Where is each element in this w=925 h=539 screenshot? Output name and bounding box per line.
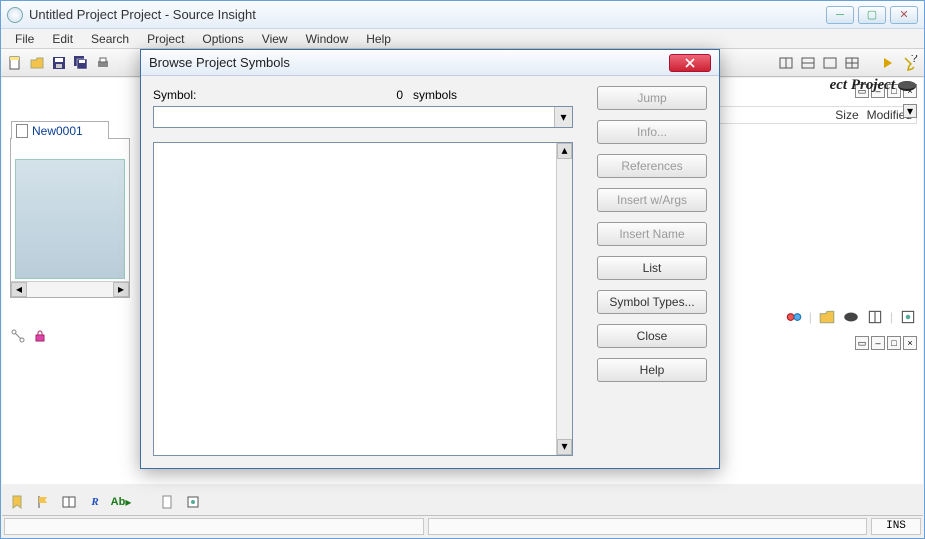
document-icon: [16, 124, 28, 138]
dialog-title: Browse Project Symbols: [149, 55, 669, 70]
layout2-icon[interactable]: [798, 53, 818, 73]
book-icon[interactable]: [866, 308, 884, 326]
dialog-titlebar[interactable]: Browse Project Symbols: [141, 50, 719, 76]
jump-button[interactable]: Jump: [597, 86, 707, 110]
ab-icon[interactable]: Ab▸: [111, 492, 131, 512]
statusbar: INS: [2, 515, 923, 537]
relation-toolbar: [8, 326, 50, 346]
document-body[interactable]: [15, 159, 125, 279]
save-all-icon[interactable]: [71, 53, 91, 73]
project-title: ect Project: [830, 77, 895, 94]
minimize-button[interactable]: ─: [826, 6, 854, 24]
menu-help[interactable]: Help: [358, 31, 399, 47]
status-seg1: [4, 518, 424, 535]
layout1-icon[interactable]: [776, 53, 796, 73]
menu-options[interactable]: Options: [194, 31, 251, 47]
window-title: Untitled Project Project - Source Insigh…: [29, 7, 826, 22]
layout3-icon[interactable]: [820, 53, 840, 73]
symbol-combo: ▾: [153, 106, 573, 128]
relation-icon[interactable]: [8, 326, 28, 346]
properties-icon[interactable]: [899, 308, 917, 326]
open-folder-icon[interactable]: [818, 308, 836, 326]
symbol-types-button[interactable]: Symbol Types...: [597, 290, 707, 314]
svg-text:?: ?: [911, 55, 918, 65]
layout4-icon[interactable]: [842, 53, 862, 73]
menu-project[interactable]: Project: [139, 31, 192, 47]
bookmark-icon[interactable]: [7, 492, 27, 512]
dropdown-icon[interactable]: ▾: [903, 104, 917, 118]
print-icon[interactable]: [93, 53, 113, 73]
pane2-min-icon[interactable]: –: [871, 336, 885, 350]
symbol-list[interactable]: ▴ ▾: [153, 142, 573, 456]
maximize-button[interactable]: ▢: [858, 6, 886, 24]
disc-icon: [897, 80, 917, 92]
pane2-close-icon[interactable]: ×: [903, 336, 917, 350]
list-vscroll[interactable]: ▴ ▾: [556, 143, 572, 455]
info-button[interactable]: Info...: [597, 120, 707, 144]
pane2-dock-icon[interactable]: ▭: [855, 336, 869, 350]
menu-window[interactable]: Window: [298, 31, 357, 47]
combo-dropdown-icon[interactable]: ▾: [554, 107, 572, 127]
list-button[interactable]: List: [597, 256, 707, 280]
menu-file[interactable]: File: [7, 31, 42, 47]
help-arrow-icon[interactable]: ?: [900, 53, 920, 73]
menubar: File Edit Search Project Options View Wi…: [1, 29, 924, 49]
insert-args-button[interactable]: Insert w/Args: [597, 188, 707, 212]
open-file-icon[interactable]: [27, 53, 47, 73]
document-tab[interactable]: New0001: [11, 121, 109, 139]
bottom-toolbar: R Ab▸: [7, 492, 203, 512]
close-button[interactable]: Close: [597, 324, 707, 348]
document-tab-label: New0001: [32, 124, 83, 138]
insert-name-button[interactable]: Insert Name: [597, 222, 707, 246]
lock-icon[interactable]: [30, 326, 50, 346]
symbol-label: Symbol:: [153, 88, 373, 102]
app-window: Untitled Project Project - Source Insigh…: [0, 0, 925, 539]
symbol-count-label: symbols: [413, 88, 457, 102]
column-headers: Size Modified: [717, 106, 917, 124]
r-icon[interactable]: R: [85, 492, 105, 512]
pane2-max-icon[interactable]: □: [887, 336, 901, 350]
sync-icon[interactable]: [785, 308, 803, 326]
save-icon[interactable]: [49, 53, 69, 73]
scroll-track[interactable]: [27, 282, 113, 297]
status-seg2: [428, 518, 867, 535]
status-ins: INS: [871, 518, 921, 535]
help-button[interactable]: Help: [597, 358, 707, 382]
lower-pane-controls: ▭ – □ ×: [855, 336, 917, 350]
col-size[interactable]: Size: [831, 107, 862, 123]
menu-edit[interactable]: Edit: [44, 31, 81, 47]
symbol-input[interactable]: [154, 107, 554, 127]
new-file-icon[interactable]: [5, 53, 25, 73]
titlebar: Untitled Project Project - Source Insigh…: [1, 1, 924, 29]
menu-search[interactable]: Search: [83, 31, 137, 47]
scroll-up-icon[interactable]: ▴: [557, 143, 572, 159]
document-hscroll[interactable]: ◂ ▸: [11, 281, 129, 297]
play-icon[interactable]: [878, 53, 898, 73]
app-icon: [7, 7, 23, 23]
flag-icon[interactable]: [33, 492, 53, 512]
dialog-close-button[interactable]: [669, 54, 711, 72]
menu-view[interactable]: View: [254, 31, 296, 47]
references-button[interactable]: References: [597, 154, 707, 178]
scroll-left-icon[interactable]: ◂: [11, 282, 27, 297]
project-toolbar: | |: [785, 308, 917, 326]
browse-symbols-dialog: Browse Project Symbols Symbol: 0 symbols…: [140, 49, 720, 469]
window-close-button[interactable]: ✕: [890, 6, 918, 24]
scroll-down-icon[interactable]: ▾: [557, 439, 572, 455]
document-pane: New0001 ◂ ▸: [10, 138, 130, 298]
symbol-count: 0: [373, 88, 413, 102]
doc-icon[interactable]: [157, 492, 177, 512]
book2-icon[interactable]: [59, 492, 79, 512]
scroll-right-icon[interactable]: ▸: [113, 282, 129, 297]
disc2-icon[interactable]: [842, 308, 860, 326]
props-icon[interactable]: [183, 492, 203, 512]
